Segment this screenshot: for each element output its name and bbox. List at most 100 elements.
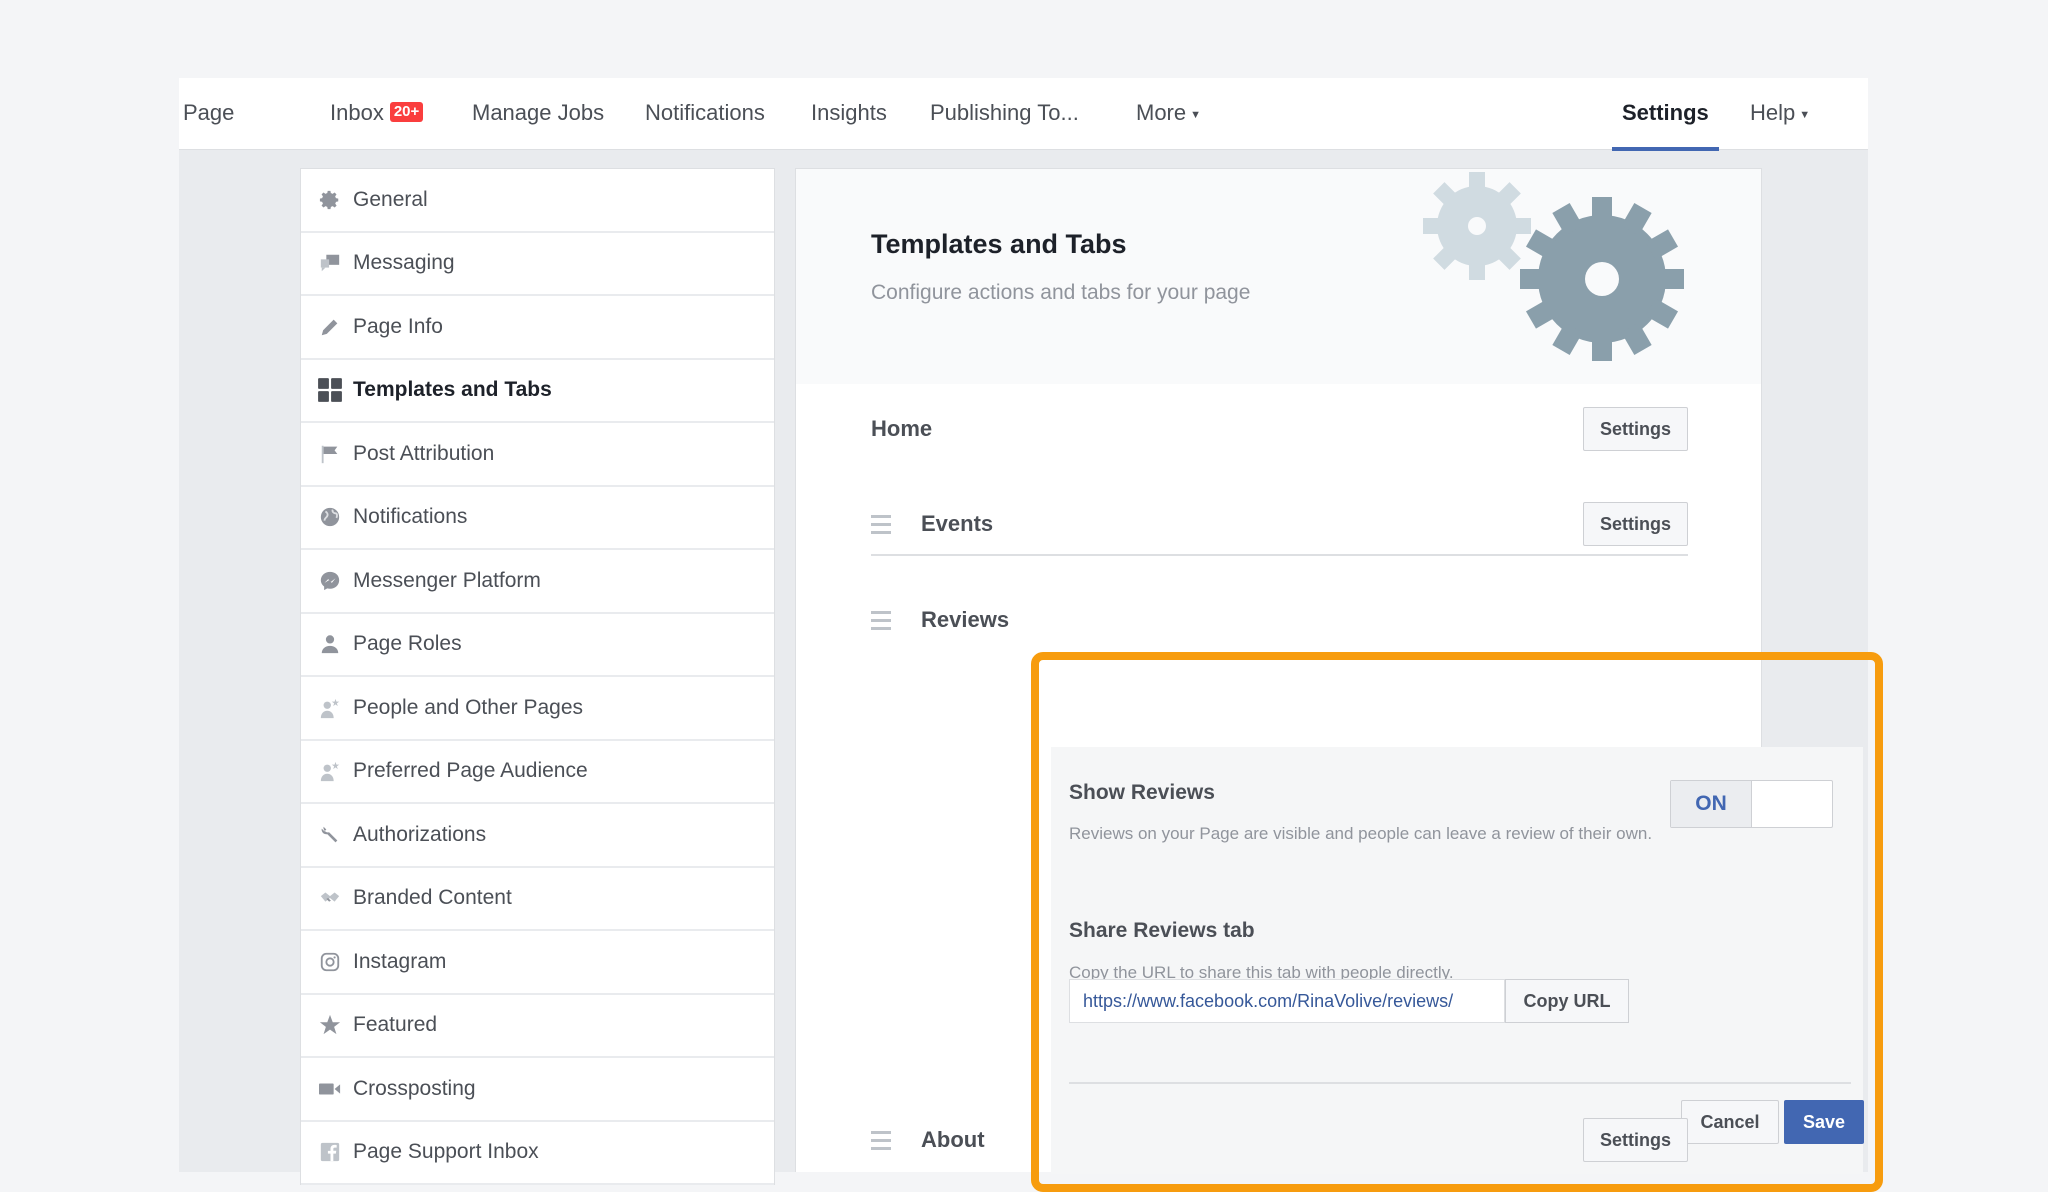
sidebar-item-page-support-inbox[interactable]: Page Support Inbox [301,1122,774,1185]
about-settings-button[interactable]: Settings [1582,1118,1688,1162]
home-settings-button[interactable]: Settings [1582,407,1688,451]
sidebar-item-label: General [353,187,428,211]
show-reviews-toggle[interactable]: ON [1670,780,1833,828]
sidebar-item-label: Page Info [353,314,443,338]
person-icon [317,631,343,657]
templates-and-tabs-panel: Templates and Tabs Configure actions and… [795,168,1883,1192]
page-frame: Page Inbox 20+ Manage Jobs Notifications … [179,78,1883,1192]
video-camera-icon [317,1076,343,1102]
drag-handle-icon[interactable] [871,1130,891,1150]
tab-row-events: Events Settings [871,494,1688,554]
sidebar-item-page-roles[interactable]: Page Roles [301,614,774,677]
divider [1069,1082,1851,1084]
sidebar-item-label: Featured [353,1013,438,1037]
small-gear-icon [1423,172,1531,280]
tab-row-home: Home Settings [871,399,1688,459]
sidebar-item-label: Authorizations [353,822,487,846]
sidebar-item-templates-and-tabs[interactable]: Templates and Tabs [301,360,774,423]
nav-tab-inbox[interactable]: Inbox 20+ [330,78,424,150]
page-subtitle: Configure actions and tabs for your page [871,281,1251,304]
nav-tab-insights[interactable]: Insights [811,78,887,150]
settings-sidebar: General Messaging Page Info Templates an… [300,168,775,1185]
toggle-on-label: ON [1671,781,1752,827]
sidebar-item-label: People and Other Pages [353,695,583,719]
show-reviews-label: Show Reviews [1069,781,1215,804]
cancel-button[interactable]: Cancel [1681,1100,1779,1144]
tab-title: Home [871,416,933,441]
sidebar-item-label: Branded Content [353,886,512,910]
nav-tab-more[interactable]: More ▼ [1136,78,1201,150]
tab-title: About [921,1127,985,1152]
inbox-badge: 20+ [389,102,424,122]
sidebar-item-crossposting[interactable]: Crossposting [301,1058,774,1122]
tab-title: Reviews [921,607,1010,632]
globe-icon [317,504,343,530]
tab-row-about: About Settings [871,1110,1688,1170]
sidebar-item-notifications[interactable]: Notifications [301,487,774,550]
sidebar-item-label: Messaging [353,251,455,275]
nav-tab-settings[interactable]: Settings [1612,78,1719,151]
tab-title: Events [921,511,994,536]
sidebar-item-label: Templates and Tabs [353,378,552,402]
nav-label: Settings [1622,100,1709,125]
nav-label: Manage Jobs [472,100,605,125]
sidebar-item-label: Page Roles [353,632,462,656]
share-reviews-label: Share Reviews tab [1069,919,1255,942]
star-icon [317,1012,343,1038]
gears-illustration [1423,172,1684,361]
grid-icon [317,377,343,403]
facebook-icon [317,1139,343,1165]
page-title: Templates and Tabs [871,229,1127,259]
copy-url-button[interactable]: Copy URL [1505,979,1629,1023]
person-star-icon [317,758,343,784]
caret-down-icon: ▼ [1190,109,1202,121]
sidebar-item-page-info[interactable]: Page Info [301,296,774,360]
top-navigation: Page Inbox 20+ Manage Jobs Notifications … [179,78,1868,151]
sidebar-item-label: Post Attribution [353,441,495,465]
sidebar-item-label: Page Support Inbox [353,1140,539,1164]
sidebar-item-authorizations[interactable]: Authorizations [301,804,774,868]
nav-tab-notifications[interactable]: Notifications [645,78,765,150]
large-gear-icon [1520,197,1684,361]
sidebar-item-label: Preferred Page Audience [353,759,588,783]
nav-label: Inbox [330,100,384,125]
sidebar-item-people-and-other-pages[interactable]: People and Other Pages [301,677,774,741]
messenger-icon [317,568,343,594]
caret-down-icon: ▼ [1799,109,1811,121]
person-star-icon [317,695,343,721]
gear-icon [317,187,343,213]
nav-label: More [1136,100,1187,125]
nav-label: Insights [811,100,887,125]
sidebar-item-messenger-platform[interactable]: Messenger Platform [301,550,774,614]
save-button[interactable]: Save [1784,1100,1864,1144]
tab-row-reviews: Reviews [871,590,1688,650]
wrench-icon [317,822,343,848]
sidebar-item-branded-content[interactable]: Branded Content [301,868,774,931]
active-tab-indicator [1612,147,1719,151]
sidebar-item-preferred-page-audience[interactable]: Preferred Page Audience [301,741,774,804]
reviews-url-field[interactable]: https://www.facebook.com/RinaVolive/revi… [1069,979,1505,1023]
nav-tab-manage-jobs[interactable]: Manage Jobs [472,78,604,150]
nav-tab-publishing-tools[interactable]: Publishing To... [930,78,1079,150]
panel-header: Templates and Tabs Configure actions and… [796,169,1761,384]
sidebar-item-post-attribution[interactable]: Post Attribution [301,423,774,487]
sidebar-item-label: Crossposting [353,1076,476,1100]
drag-handle-icon[interactable] [871,610,891,630]
flag-icon [317,441,343,467]
instagram-icon [317,949,343,975]
show-reviews-description: Reviews on your Page are visible and peo… [1069,824,1653,843]
events-settings-button[interactable]: Settings [1582,502,1688,546]
sidebar-item-featured[interactable]: Featured [301,995,774,1058]
sidebar-item-instagram[interactable]: Instagram [301,931,774,995]
nav-label: Publishing To... [930,100,1079,125]
sidebar-item-label: Messenger Platform [353,568,541,592]
nav-label: Page [183,100,235,125]
nav-tab-page[interactable]: Page [183,78,234,150]
sidebar-item-messaging[interactable]: Messaging [301,233,774,296]
drag-handle-icon[interactable] [871,514,891,534]
divider [871,554,1688,556]
pencil-icon [317,314,343,340]
nav-tab-help[interactable]: Help ▼ [1750,78,1810,150]
sidebar-item-general[interactable]: General [301,169,774,233]
chat-bubbles-icon [317,250,343,276]
